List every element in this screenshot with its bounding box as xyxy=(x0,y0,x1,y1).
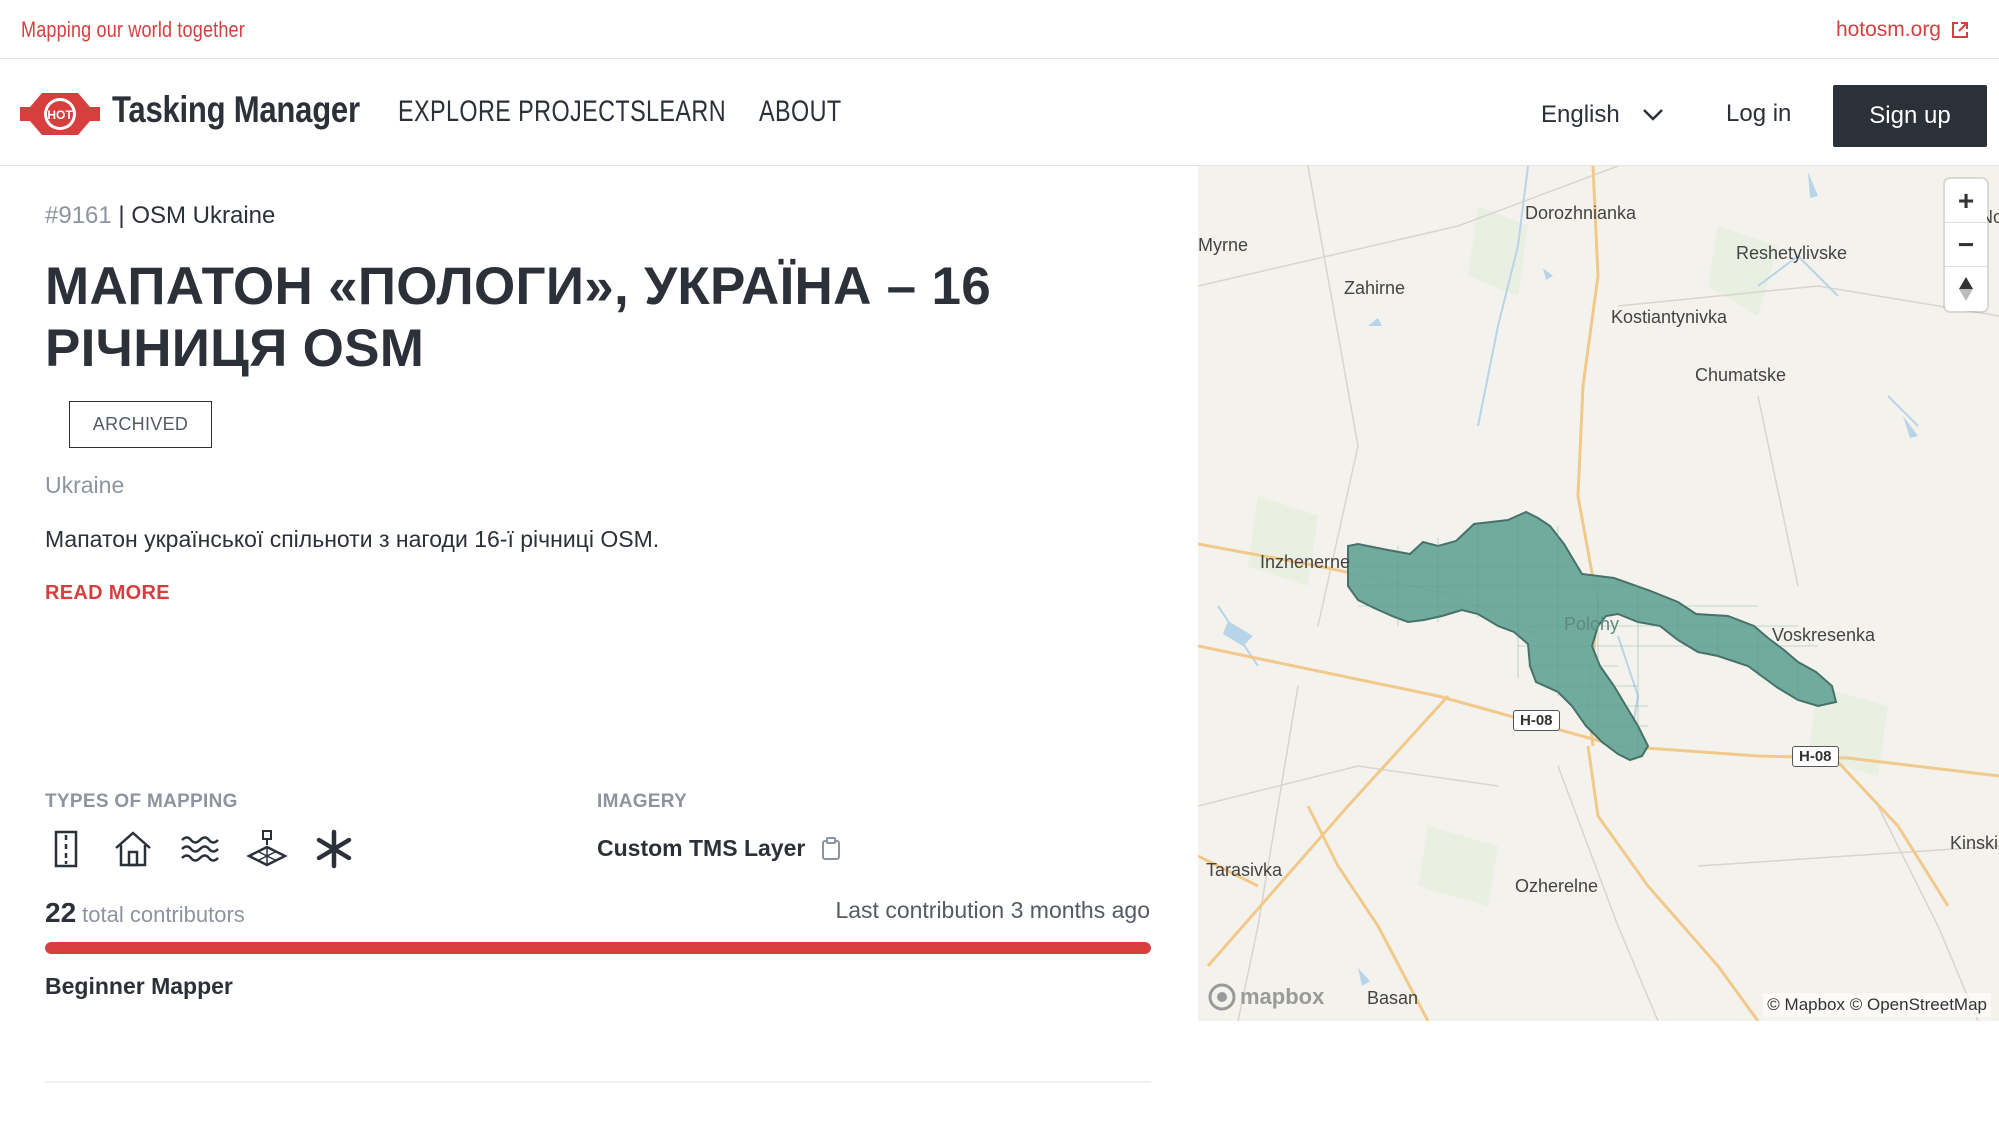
progress-bar-fill xyxy=(45,942,1151,954)
map-label-polohy: Polohy xyxy=(1564,614,1620,634)
main-header: HOT Tasking Manager EXPLORE PROJECTS LEA… xyxy=(0,59,1999,166)
zoom-out-button[interactable]: − xyxy=(1945,223,1987,267)
brand-title[interactable]: Tasking Manager xyxy=(112,89,360,131)
contributors-label: total contributors xyxy=(82,902,245,927)
contributors-number: 22 xyxy=(45,897,77,928)
nav-explore-projects[interactable]: EXPLORE PROJECTS xyxy=(398,95,646,129)
hotosm-link[interactable]: hotosm.org xyxy=(1836,18,1969,42)
compass-button[interactable] xyxy=(1945,267,1987,311)
road-badge-h08-east: H-08 xyxy=(1792,746,1839,767)
buildings-icon xyxy=(115,831,151,867)
imagery-label: IMAGERY xyxy=(597,791,688,812)
tagline: Mapping our world together xyxy=(21,17,245,42)
project-id-line: #9161 | OSM Ukraine xyxy=(45,202,275,230)
roads-icon xyxy=(54,830,78,868)
map-label-kinski: Kinski xyxy=(1950,833,1999,853)
clipboard-icon[interactable] xyxy=(821,836,841,861)
project-id[interactable]: #9161 xyxy=(45,202,112,229)
logo-text: HOT xyxy=(47,108,73,122)
project-aoi-polygon[interactable] xyxy=(1347,510,1838,762)
map-label-chumatske: Chumatske xyxy=(1695,365,1787,385)
project-country: Ukraine xyxy=(45,472,125,498)
contributors-count: 22 total contributors xyxy=(45,897,245,929)
mapbox-logo-text: mapbox xyxy=(1240,984,1325,1009)
map-label-zahirne: Zahirne xyxy=(1344,278,1406,298)
other-icon xyxy=(316,829,352,869)
mapping-types xyxy=(45,828,355,870)
imagery-value: Custom TMS Layer xyxy=(597,835,841,862)
last-contribution: Last contribution 3 months ago xyxy=(835,897,1150,923)
nav-about[interactable]: ABOUT xyxy=(759,95,842,129)
divider xyxy=(45,1081,1151,1083)
signup-button[interactable]: Sign up xyxy=(1833,85,1987,147)
project-title: МАПАТОН «ПОЛОГИ», УКРАЇНА – 16 РІЧНИЦЯ O… xyxy=(45,257,992,378)
top-strip: Mapping our world together hotosm.org xyxy=(0,0,1999,59)
landuse-icon xyxy=(246,830,288,867)
map-label-voskresenka: Voskresenka xyxy=(1772,625,1876,645)
project-organisation: OSM Ukraine xyxy=(131,202,276,229)
map-attribution[interactable]: © Mapbox © OpenStreetMap xyxy=(1763,993,1991,1017)
hot-logo[interactable]: HOT xyxy=(20,87,100,141)
compass-icon xyxy=(1959,277,1973,301)
map-basemap xyxy=(1198,166,1999,1021)
language-selector[interactable]: English xyxy=(1541,101,1664,129)
map-label-tarasivka: Tarasivka xyxy=(1206,860,1283,880)
login-button[interactable]: Log in xyxy=(1726,100,1791,128)
read-more-link[interactable]: READ MORE xyxy=(45,582,170,605)
map-label-kostiantynivka: Kostiantynivka xyxy=(1611,307,1728,327)
map-label-dorozhnianka: Dorozhnianka xyxy=(1525,203,1637,223)
project-map[interactable]: Dorozhnianka Myrne Reshetylivske Zahirne… xyxy=(1198,166,1999,1021)
road-badge-h08: H-08 xyxy=(1513,710,1560,731)
map-label-basan: Basan xyxy=(1367,988,1419,1008)
mapbox-logo[interactable]: mapbox xyxy=(1208,983,1324,1011)
map-controls: + − xyxy=(1945,179,1987,311)
project-description: Мапатон української спільноти з нагоди 1… xyxy=(45,526,660,552)
nav-learn[interactable]: LEARN xyxy=(646,95,726,129)
map-label-inzhenerne: Inzhenerne xyxy=(1260,552,1351,572)
mapper-level: Beginner Mapper xyxy=(45,973,233,999)
mapbox-logo-icon xyxy=(1208,983,1236,1011)
map-label-ozherelne: Ozherelne xyxy=(1515,876,1599,896)
language-label: English xyxy=(1541,101,1620,128)
chevron-down-icon xyxy=(1642,109,1663,121)
map-label-reshetylivske: Reshetylivske xyxy=(1736,243,1848,263)
hotosm-link-label: hotosm.org xyxy=(1835,18,1941,41)
progress-bar xyxy=(45,942,1151,954)
zoom-in-button[interactable]: + xyxy=(1945,179,1987,223)
imagery-name: Custom TMS Layer xyxy=(597,835,806,861)
id-separator: | xyxy=(111,202,132,229)
waterways-icon xyxy=(181,836,219,862)
status-badge: ARCHIVED xyxy=(69,401,212,448)
map-label-myrne: Myrne xyxy=(1198,235,1249,255)
types-of-mapping-label: TYPES OF MAPPING xyxy=(45,791,238,812)
external-link-icon xyxy=(1952,22,1968,38)
